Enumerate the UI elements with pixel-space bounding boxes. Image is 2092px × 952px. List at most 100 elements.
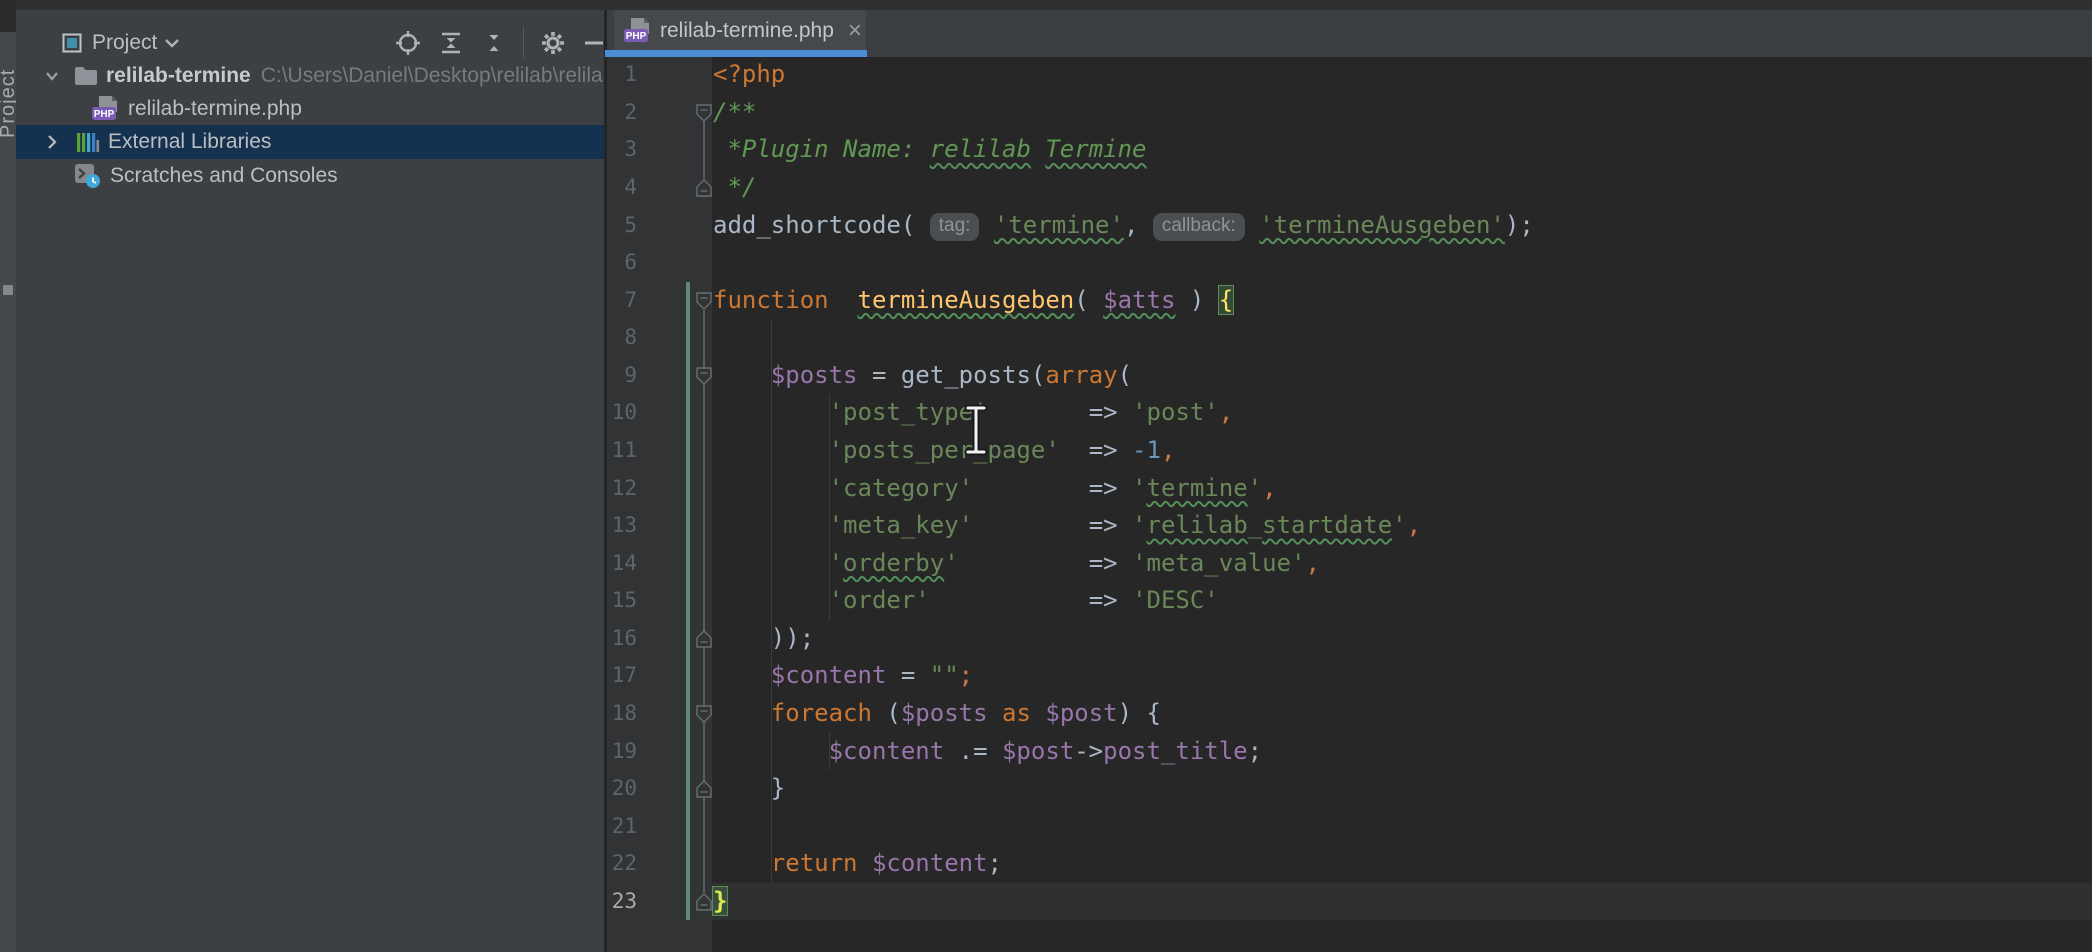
code-line[interactable]: 'orderby' => 'meta_value',	[713, 545, 1320, 583]
line-number: 12	[560, 470, 637, 508]
line-number: 11	[560, 432, 637, 470]
chevron-down-icon[interactable]	[164, 37, 180, 49]
code-token: ,	[1262, 474, 1276, 502]
code-token: {	[1219, 286, 1233, 314]
code-token: =>	[1089, 511, 1132, 539]
code-token: ;	[959, 661, 973, 689]
project-panel-title[interactable]: Project	[92, 31, 157, 55]
code-token: ));	[713, 624, 814, 652]
line-number: 23	[560, 883, 637, 921]
code-line[interactable]: *Plugin Name: relilab Termine	[713, 131, 1147, 169]
code-line[interactable]: }	[713, 883, 727, 921]
project-panel-header: Project	[16, 10, 604, 56]
code-line[interactable]: 'meta_key' => 'relilab_startdate',	[713, 507, 1421, 545]
code-token: add_shortcode(	[713, 211, 930, 239]
code-token: termineAusgeben	[858, 286, 1075, 314]
fold-marker[interactable]	[696, 292, 712, 310]
code-line[interactable]: 'order' => 'DESC'	[713, 582, 1219, 620]
code-token	[713, 511, 829, 539]
fold-marker[interactable]	[696, 367, 712, 385]
code-line[interactable]: ));	[713, 620, 814, 658]
line-number: 3	[560, 131, 637, 169]
tree-item-label: relilab-termine.php	[128, 97, 302, 121]
code-token: <?php	[713, 60, 785, 88]
code-line[interactable]: return $content;	[713, 845, 1002, 883]
code-token: 'meta_key'	[829, 511, 974, 539]
close-icon[interactable]: ×	[848, 21, 862, 41]
code-token: =>	[1089, 398, 1132, 426]
code-line[interactable]: $content .= $post->post_title;	[713, 733, 1262, 771]
code-line[interactable]: foreach ($posts as $post) {	[713, 695, 1161, 733]
line-number: 5	[560, 207, 637, 245]
code-token	[1031, 699, 1045, 727]
code-token: =	[886, 661, 929, 689]
fold-marker[interactable]	[696, 179, 712, 197]
fold-marker[interactable]	[696, 893, 712, 911]
line-number: 7	[560, 282, 637, 320]
chevron-right-icon[interactable]	[42, 132, 62, 152]
code-token: category	[843, 474, 959, 502]
code-token: '	[1392, 511, 1406, 539]
code-line[interactable]: /**	[713, 94, 756, 132]
code-token: $post	[1045, 699, 1117, 727]
code-token: ,	[1124, 211, 1153, 239]
code-token: $posts	[771, 361, 858, 389]
fold-marker[interactable]	[696, 780, 712, 798]
settings-gear-icon[interactable]	[540, 30, 566, 56]
code-line[interactable]: */	[713, 169, 756, 207]
tree-item-label: External Libraries	[108, 130, 271, 154]
fold-marker[interactable]	[696, 705, 712, 723]
fold-marker[interactable]	[696, 104, 712, 122]
line-number: 22	[560, 845, 637, 883]
code-line[interactable]: }	[713, 770, 785, 808]
code-token: =>	[1089, 474, 1132, 502]
svg-text:PHP: PHP	[94, 109, 115, 120]
code-token: $content	[829, 737, 945, 765]
window-top-strip	[16, 0, 2092, 10]
code-token: termine	[1147, 474, 1248, 502]
code-token: ""	[930, 661, 959, 689]
code-token: function	[713, 286, 829, 314]
code-token	[988, 699, 1002, 727]
code-token: ,	[1161, 436, 1175, 464]
code-token	[1245, 211, 1259, 239]
code-token: )	[1175, 286, 1218, 314]
code-token: 'termineAusgeben'	[1259, 211, 1505, 239]
locate-file-icon[interactable]	[395, 30, 421, 56]
tree-item-label: Scratches and Consoles	[110, 164, 338, 188]
code-line[interactable]: function termineAusgeben( $atts ) {	[713, 282, 1233, 320]
code-line[interactable]: 'posts_per_page' => -1,	[713, 432, 1175, 470]
php-file-icon: PHP	[90, 95, 120, 123]
code-token	[713, 398, 829, 426]
line-number: 16	[560, 620, 637, 658]
code-token: ,	[1407, 511, 1421, 539]
code-token: .=	[944, 737, 1002, 765]
tree-item-external-libraries[interactable]: External Libraries	[16, 125, 604, 159]
code-token: */	[713, 173, 756, 201]
code-line[interactable]: add_shortcode( tag: 'termine', callback:…	[713, 207, 1534, 245]
stripe-tool-icon[interactable]	[3, 285, 13, 295]
line-number: 1	[560, 56, 637, 94]
code-token: $content	[872, 849, 988, 877]
code-token: relilab	[930, 135, 1031, 163]
code-line[interactable]: $content = "";	[713, 657, 973, 695]
tree-item-project-root[interactable]: relilab-termine C:\Users\Daniel\Desktop\…	[16, 59, 604, 93]
code-token: =>	[1089, 586, 1132, 614]
code-token	[973, 511, 1089, 539]
code-line[interactable]: $posts = get_posts(array(	[713, 357, 1132, 395]
code-token: orderby	[843, 549, 944, 577]
code-token: $posts	[901, 699, 988, 727]
tab-relilab-termine[interactable]: PHP relilab-termine.php ×	[614, 10, 866, 51]
mouse-text-cursor	[958, 404, 994, 456]
tree-item-php-file[interactable]: PHP relilab-termine.php	[16, 92, 604, 126]
code-line[interactable]: 'category' => 'termine',	[713, 470, 1277, 508]
line-number: 10	[560, 394, 637, 432]
code-line[interactable]: <?php	[713, 56, 785, 94]
expand-all-icon[interactable]	[438, 30, 464, 56]
project-view-icon	[60, 31, 84, 55]
code-token	[713, 361, 771, 389]
tree-item-scratches[interactable]: Scratches and Consoles	[16, 159, 604, 193]
chevron-down-icon[interactable]	[42, 66, 62, 86]
fold-marker[interactable]	[696, 630, 712, 648]
collapse-all-icon[interactable]	[481, 30, 507, 56]
